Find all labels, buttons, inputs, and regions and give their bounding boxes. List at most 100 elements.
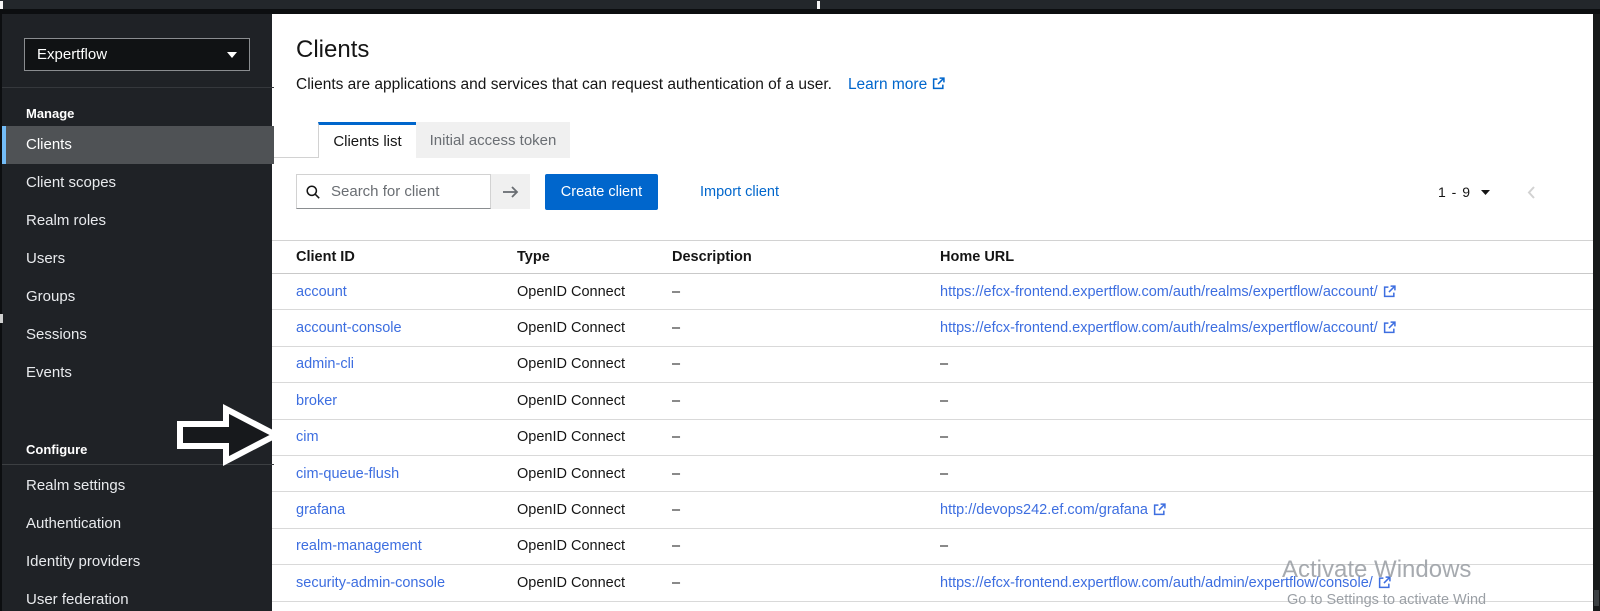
home-url-link[interactable]: https://efcx-frontend.expertflow.com/aut…: [940, 575, 1391, 591]
client-id-cell: security-admin-console: [296, 575, 517, 591]
create-client-button[interactable]: Create client: [545, 174, 658, 210]
pagination-range: 1 - 9: [1438, 184, 1471, 200]
client-type: OpenID Connect: [517, 320, 672, 336]
pagination: 1 - 9: [1438, 174, 1537, 210]
client-type: OpenID Connect: [517, 284, 672, 300]
table-row: cim-queue-flushOpenID Connect––: [272, 456, 1593, 492]
table-row: realm-managementOpenID Connect––: [272, 529, 1593, 565]
sidebar-item-user-federation[interactable]: User federation: [2, 581, 274, 611]
external-link-icon: [1383, 321, 1396, 334]
tab-initial-access-token[interactable]: Initial access token: [416, 122, 570, 158]
client-id-link[interactable]: broker: [296, 393, 337, 409]
toolbar: Create client Import client 1 - 9: [272, 174, 1593, 210]
client-id-cell: realm-management: [296, 538, 517, 554]
client-description: –: [672, 502, 940, 518]
table-row: account OpenID Connect–https://efcx-front…: [272, 274, 1593, 310]
client-id-link[interactable]: cim-queue-flush: [296, 466, 399, 482]
client-type: OpenID Connect: [517, 429, 672, 445]
sidebar-item-authentication[interactable]: Authentication: [2, 505, 274, 543]
sidebar-item-events[interactable]: Events: [2, 354, 274, 392]
search-submit-button[interactable]: [491, 174, 530, 209]
sidebar-item-client-scopes[interactable]: Client scopes: [2, 164, 274, 202]
client-home-url-cell: https://efcx-frontend.expertflow.com/aut…: [940, 575, 1593, 591]
table-row: cimOpenID Connect––: [272, 420, 1593, 456]
client-type: OpenID Connect: [517, 502, 672, 518]
client-id-cell: cim: [296, 429, 517, 445]
arrow-right-icon: [502, 185, 519, 199]
client-home-url-cell: –: [940, 393, 1593, 409]
table-row: brokerOpenID Connect––: [272, 383, 1593, 419]
left-edge-tick: [0, 314, 3, 323]
sidebar-item-identity-providers[interactable]: Identity providers: [2, 543, 274, 581]
client-id-cell: cim-queue-flush: [296, 466, 517, 482]
client-id-cell: account-console: [296, 320, 517, 336]
sidebar-item-clients[interactable]: Clients: [2, 126, 274, 164]
client-description: –: [672, 393, 940, 409]
client-id-link[interactable]: realm-management: [296, 538, 422, 554]
sidebar-divider: [2, 87, 274, 88]
external-link-icon: [1383, 285, 1396, 298]
column-header-description: Description: [672, 249, 940, 265]
learn-more-link[interactable]: Learn more: [848, 76, 945, 93]
client-description: –: [672, 356, 940, 372]
tab-lead-strip: [272, 122, 318, 158]
pagination-prev-chevron-icon[interactable]: [1526, 184, 1537, 201]
client-id-link[interactable]: cim: [296, 429, 319, 445]
client-id-link[interactable]: security-admin-console: [296, 575, 445, 591]
client-type: OpenID Connect: [517, 466, 672, 482]
client-type: OpenID Connect: [517, 538, 672, 554]
sidebar-item-users[interactable]: Users: [2, 240, 274, 278]
scrollbar-thumb[interactable]: [1594, 590, 1599, 606]
search-input[interactable]: [296, 174, 491, 209]
client-description: –: [672, 429, 940, 445]
client-home-url-cell: –: [940, 356, 1593, 372]
sidebar-item-realm-settings[interactable]: Realm settings: [2, 467, 274, 505]
table-row: security-admin-consoleOpenID Connect–htt…: [272, 565, 1593, 601]
column-header-client-id: Client ID: [296, 249, 517, 265]
column-header-type: Type: [517, 249, 672, 265]
window-top-bar: [0, 0, 1600, 9]
client-id-cell: admin-cli: [296, 356, 517, 372]
import-client-link[interactable]: Import client: [700, 174, 779, 210]
top-tick-center: [817, 1, 820, 9]
keycloak-admin-console: Expertflow ManageClientsClient scopesRea…: [0, 0, 1600, 611]
table-row: account-consoleOpenID Connect–https://ef…: [272, 310, 1593, 346]
client-home-url-cell: https://efcx-frontend.expertflow.com/aut…: [940, 320, 1593, 336]
caret-down-icon: [227, 52, 237, 58]
sidebar-item-realm-roles[interactable]: Realm roles: [2, 202, 274, 240]
sidebar-item-sessions[interactable]: Sessions: [2, 316, 274, 354]
external-link-icon: [932, 77, 945, 90]
client-home-url-cell: https://efcx-frontend.expertflow.com/aut…: [940, 284, 1593, 300]
home-url-link[interactable]: http://devops242.ef.com/grafana: [940, 502, 1166, 518]
nav-section-divider: [2, 464, 274, 465]
pagination-caret-down-icon[interactable]: [1481, 190, 1490, 195]
tab-clients-list[interactable]: Clients list: [318, 122, 416, 158]
home-url-link[interactable]: https://efcx-frontend.expertflow.com/aut…: [940, 284, 1396, 300]
client-id-cell: account: [296, 284, 517, 300]
client-home-url-cell: –: [940, 429, 1593, 445]
client-id-link[interactable]: admin-cli: [296, 356, 354, 372]
client-description: –: [672, 575, 940, 591]
page-title: Clients: [296, 36, 369, 64]
page-description: Clients are applications and services th…: [296, 76, 945, 94]
client-description: –: [672, 466, 940, 482]
client-id-link[interactable]: grafana: [296, 502, 345, 518]
client-description: –: [672, 284, 940, 300]
client-id-cell: broker: [296, 393, 517, 409]
client-home-url-cell: –: [940, 466, 1593, 482]
client-id-link[interactable]: account: [296, 284, 347, 300]
client-home-url-cell: http://devops242.ef.com/grafana: [940, 502, 1593, 518]
nav-section-label-configure: Configure: [2, 432, 274, 462]
table-header-row: Client IDTypeDescriptionHome URL: [272, 241, 1593, 274]
window-right-edge: [1593, 0, 1600, 611]
column-header-home-url: Home URL: [940, 249, 1593, 265]
sidebar-item-groups[interactable]: Groups: [2, 278, 274, 316]
external-link-icon: [1378, 576, 1391, 589]
client-home-url-cell: –: [940, 538, 1593, 554]
client-id-link[interactable]: account-console: [296, 320, 402, 336]
table-row: grafana OpenID Connect–http://devops242.e…: [272, 492, 1593, 528]
external-link-icon: [1153, 503, 1166, 516]
client-id-cell: grafana: [296, 502, 517, 518]
realm-selector-dropdown[interactable]: Expertflow: [24, 38, 250, 71]
home-url-link[interactable]: https://efcx-frontend.expertflow.com/aut…: [940, 320, 1396, 336]
